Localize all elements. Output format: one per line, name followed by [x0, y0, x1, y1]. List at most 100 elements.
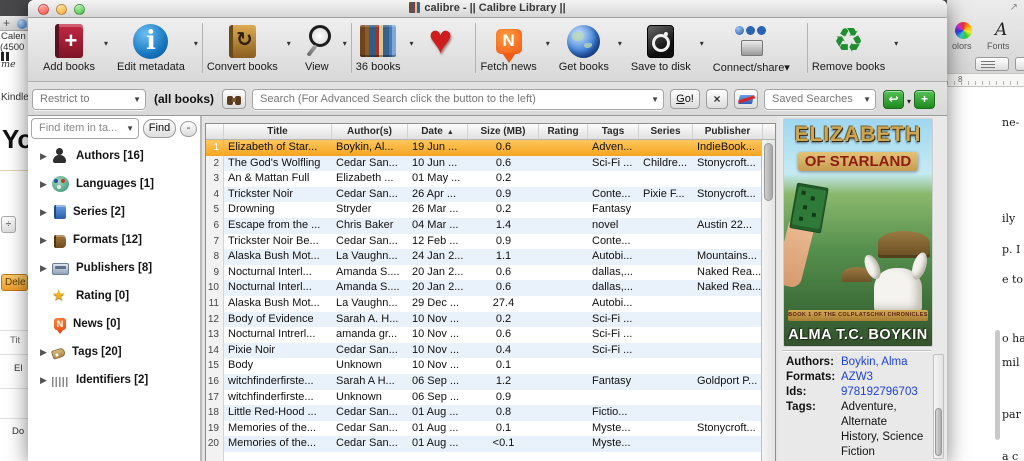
- cell-publisher[interactable]: [693, 390, 763, 406]
- cell-title[interactable]: Trickster Noir Be...: [224, 234, 332, 250]
- search-go-button[interactable]: Go!: [670, 89, 700, 109]
- cell-date[interactable]: 26 Apr ...: [408, 187, 468, 203]
- cell-authors[interactable]: Amanda S....: [332, 265, 408, 281]
- cell-size[interactable]: 0.6: [468, 280, 539, 296]
- cell-series[interactable]: [639, 234, 693, 250]
- metadata-field-value[interactable]: Adventure, Alternate History, Science Fi…: [841, 400, 925, 460]
- details-scrollbar-thumb[interactable]: [935, 408, 942, 456]
- cell-tags[interactable]: Sci-Fi ...: [588, 343, 639, 359]
- cell-title[interactable]: Memories of the...: [224, 421, 332, 437]
- dropdown-arrow-icon[interactable]: ▾: [700, 39, 704, 48]
- cell-authors[interactable]: Elizabeth ...: [332, 171, 408, 187]
- table-row[interactable]: 1 Elizabeth of Star... Boykin, Al... 19 …: [206, 140, 775, 156]
- cell-series[interactable]: Pixie F...: [639, 187, 693, 203]
- bg-delete-button[interactable]: Dele: [1, 274, 28, 291]
- cell-date[interactable]: 19 Jun ...: [408, 140, 468, 156]
- tag-browser-item[interactable]: ▶ Tags [20]: [28, 338, 200, 366]
- cell-series[interactable]: [639, 312, 693, 328]
- cell-size[interactable]: 0.9: [468, 390, 539, 406]
- cell-publisher[interactable]: [693, 171, 763, 187]
- cell-series[interactable]: [639, 390, 693, 406]
- cell-series[interactable]: [639, 327, 693, 343]
- cell-rating[interactable]: [539, 171, 588, 187]
- cell-tags[interactable]: Conte...: [588, 187, 639, 203]
- cell-publisher[interactable]: [693, 202, 763, 218]
- cell-authors[interactable]: amanda gr...: [332, 327, 408, 343]
- cell-size[interactable]: 0.9: [468, 234, 539, 250]
- cell-tags[interactable]: Sci-Fi ...: [588, 327, 639, 343]
- table-row[interactable]: 3 An & Mattan Full Elizabeth ... 01 May …: [206, 171, 775, 187]
- cell-tags[interactable]: [588, 452, 639, 461]
- cell-rating[interactable]: [539, 280, 588, 296]
- cell-rating[interactable]: [539, 390, 588, 406]
- restrict-to-combo[interactable]: Restrict to ▼: [32, 89, 146, 110]
- column-header-tags[interactable]: Tags: [588, 124, 639, 139]
- cell-publisher[interactable]: Stonycroft...: [693, 421, 763, 437]
- table-row[interactable]: 8 Alaska Bush Mot... La Vaughn... 24 Jan…: [206, 249, 775, 265]
- cell-series[interactable]: [639, 358, 693, 374]
- cell-size[interactable]: 0.8: [468, 405, 539, 421]
- cell-publisher[interactable]: IndieBook...: [693, 140, 763, 156]
- cell-series[interactable]: [639, 296, 693, 312]
- tag-browser-item[interactable]: ▶ Languages [1]: [28, 170, 200, 198]
- cell-title[interactable]: Memories of the...: [224, 436, 332, 452]
- dropdown-arrow-icon[interactable]: ▾: [618, 39, 622, 48]
- cell-title[interactable]: Nocturnal Interl...: [224, 265, 332, 281]
- table-row[interactable]: 9 Nocturnal Interl... Amanda S.... 20 Ja…: [206, 265, 775, 281]
- column-header-authors[interactable]: Author(s): [332, 124, 408, 139]
- cell-series[interactable]: [639, 140, 693, 156]
- cell-size[interactable]: 0.6: [468, 265, 539, 281]
- fetch-news-button[interactable]: ▾ Fetch news: [475, 21, 553, 79]
- get-books-button[interactable]: ▾ Get books: [554, 21, 626, 79]
- dropdown-arrow-icon[interactable]: ▾: [409, 39, 413, 48]
- cell-authors[interactable]: Cedar San...: [332, 436, 408, 452]
- cell-size[interactable]: 0.2: [468, 312, 539, 328]
- cell-size[interactable]: 1.1: [468, 249, 539, 265]
- table-scrollbar[interactable]: [761, 140, 775, 461]
- cell-date[interactable]: [408, 452, 468, 461]
- cell-date[interactable]: 01 Aug ...: [408, 405, 468, 421]
- cell-rating[interactable]: [539, 405, 588, 421]
- cell-publisher[interactable]: Mountains...: [693, 249, 763, 265]
- cell-date[interactable]: 24 Jan 2...: [408, 249, 468, 265]
- table-row[interactable]: 19 Memories of the... Cedar San... 01 Au…: [206, 421, 775, 437]
- table-row[interactable]: 12 Body of Evidence Sarah A. H... 10 Nov…: [206, 312, 775, 328]
- column-header-size[interactable]: Size (MB): [468, 124, 539, 139]
- cell-tags[interactable]: Autobi...: [588, 249, 639, 265]
- view-button[interactable]: ▾ View: [295, 21, 351, 79]
- table-row[interactable]: 2 The God's Wolfling Cedar San... 10 Jun…: [206, 156, 775, 172]
- cell-date[interactable]: 06 Sep ...: [408, 374, 468, 390]
- table-row[interactable]: 4 Trickster Noir Cedar San... 26 Apr ...…: [206, 187, 775, 203]
- table-row[interactable]: 15 Body Unknown 10 Nov ... 0.1: [206, 358, 775, 374]
- cell-rating[interactable]: [539, 421, 588, 437]
- cell-rating[interactable]: [539, 187, 588, 203]
- cell-date[interactable]: 29 Dec ...: [408, 296, 468, 312]
- dropdown-arrow-icon[interactable]: ▾: [546, 39, 550, 48]
- find-item-input[interactable]: Find item in ta... ▼: [31, 118, 139, 139]
- cell-rating[interactable]: [539, 312, 588, 328]
- cell-publisher[interactable]: Goldport P...: [693, 374, 763, 390]
- cell-date[interactable]: 10 Nov ...: [408, 358, 468, 374]
- cell-series[interactable]: [639, 374, 693, 390]
- metadata-field-value[interactable]: Boykin, Alma: [841, 355, 925, 370]
- table-row[interactable]: 11 Alaska Bush Mot... La Vaughn... 29 De…: [206, 296, 775, 312]
- search-input[interactable]: Search (For Advanced Search click the bu…: [252, 89, 664, 110]
- cell-series[interactable]: [639, 405, 693, 421]
- cell-publisher[interactable]: Stonycroft...: [693, 156, 763, 172]
- cell-tags[interactable]: Myste...: [588, 436, 639, 452]
- cell-publisher[interactable]: [693, 296, 763, 312]
- cell-size[interactable]: 0.6: [468, 140, 539, 156]
- cell-tags[interactable]: [588, 171, 639, 187]
- bg-colors-icon[interactable]: [955, 22, 972, 39]
- cell-tags[interactable]: Fantasy: [588, 374, 639, 390]
- edit-metadata-button[interactable]: ▾ Edit metadata: [112, 21, 202, 79]
- bg-segment-button[interactable]: [1015, 57, 1024, 71]
- cell-title[interactable]: witchfinderfirste...: [224, 390, 332, 406]
- cell-title[interactable]: Trickster Noir: [224, 187, 332, 203]
- collapse-all-button[interactable]: -: [180, 121, 197, 137]
- cell-rating[interactable]: [539, 436, 588, 452]
- table-row[interactable]: 14 Pixie Noir Cedar San... 10 Nov ... 0.…: [206, 343, 775, 359]
- bg-plus-button[interactable]: +: [3, 16, 10, 30]
- cell-authors[interactable]: Boykin, Al...: [332, 140, 408, 156]
- cell-publisher[interactable]: Stonycroft...: [693, 187, 763, 203]
